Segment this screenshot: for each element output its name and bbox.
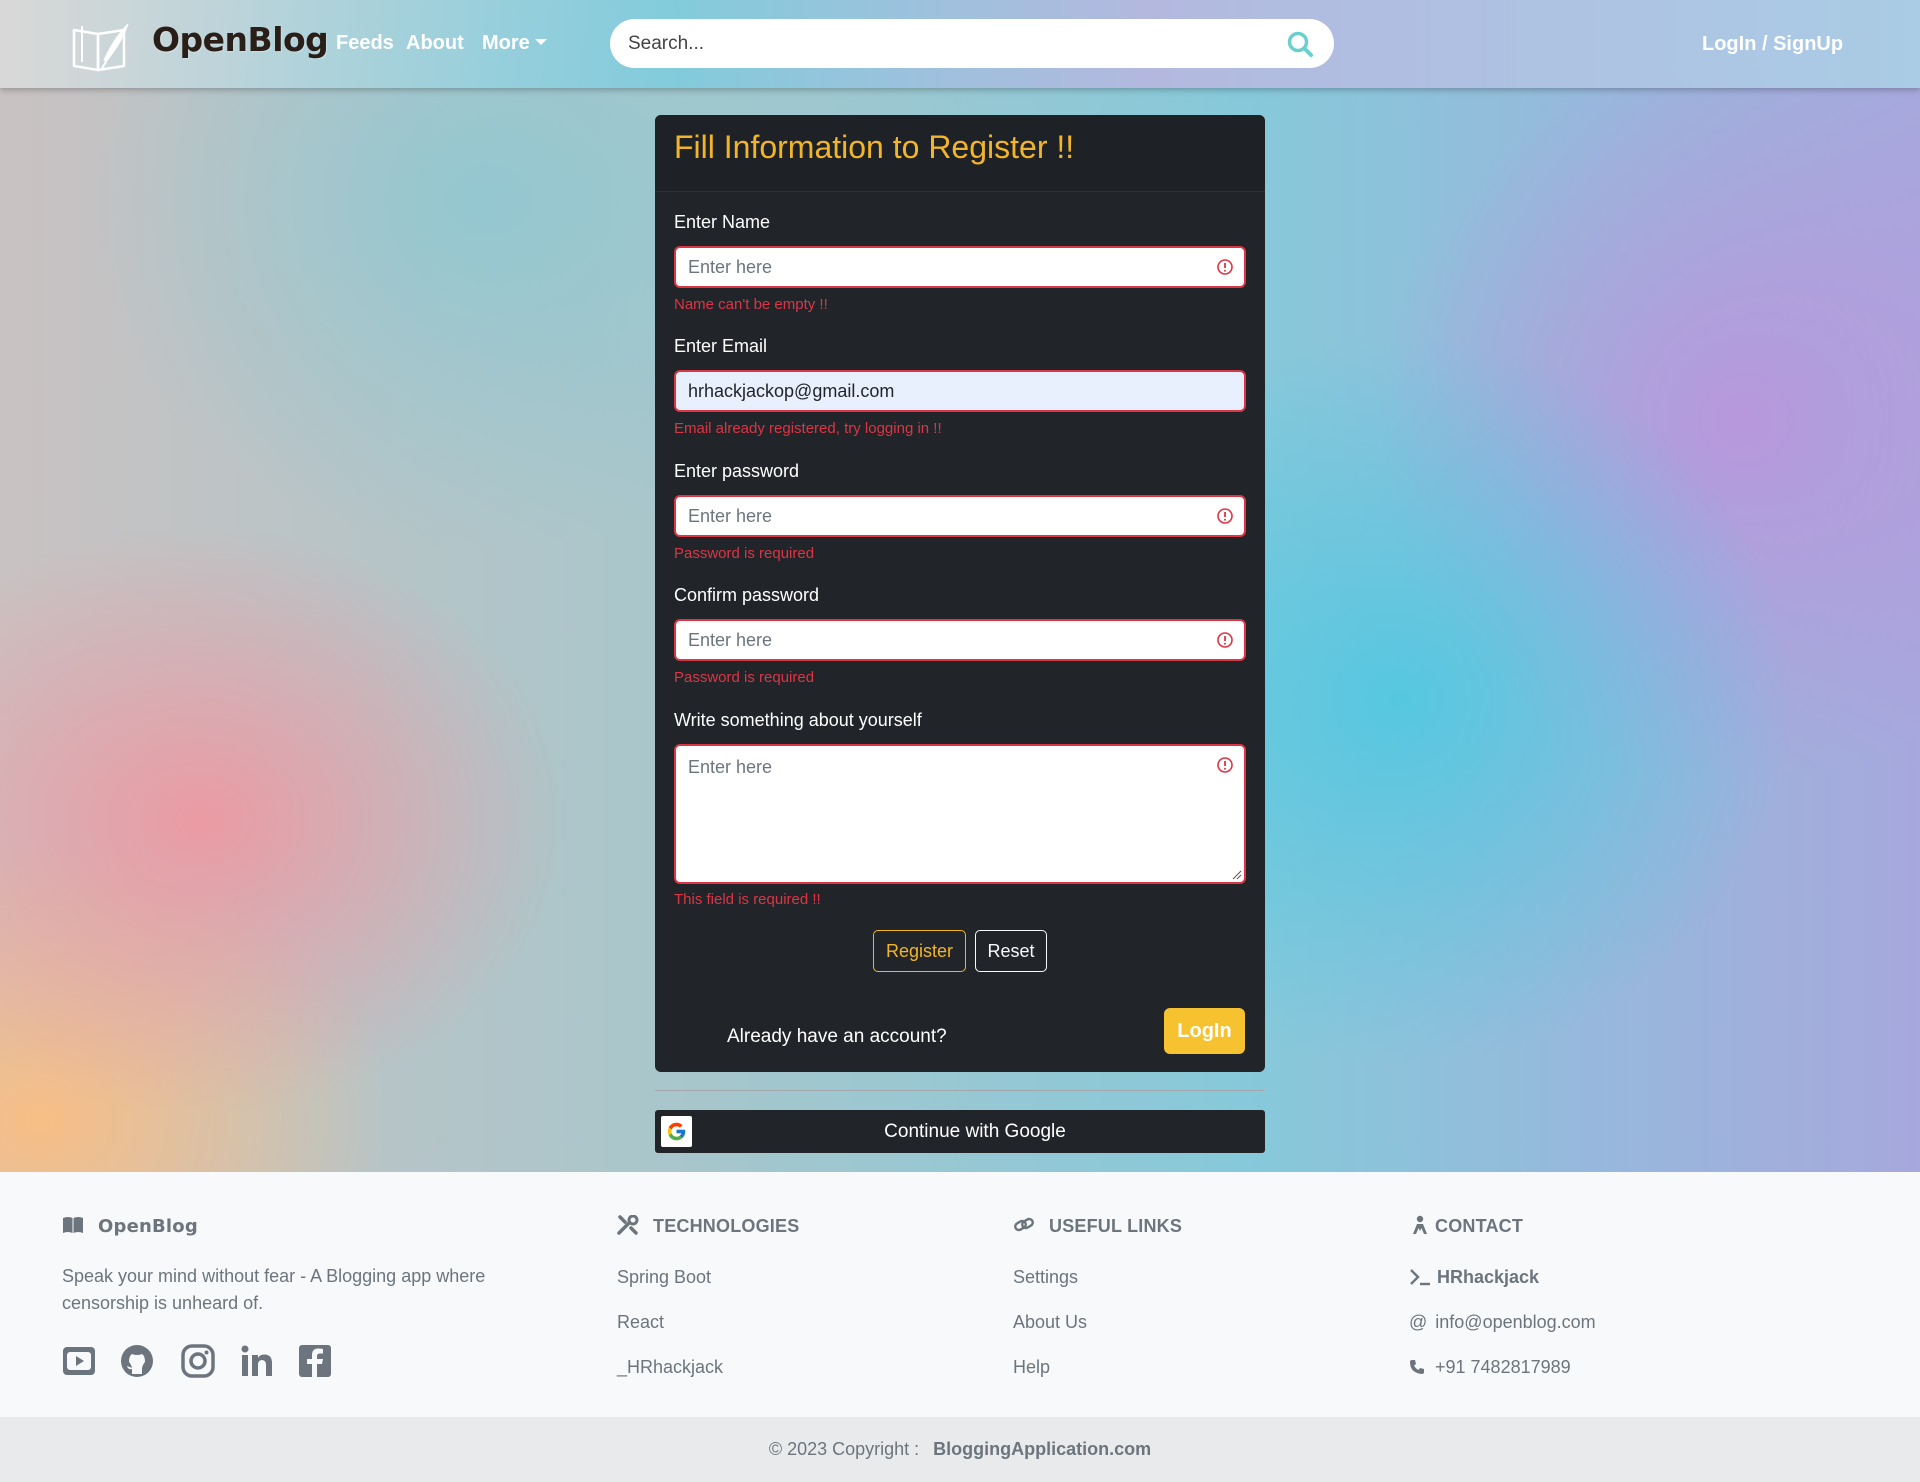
useful-link-about-us[interactable]: About Us [1013, 1312, 1087, 1333]
copyright-bar: © 2023 Copyright : BloggingApplication.co… [0, 1417, 1920, 1482]
phone-icon [1410, 1360, 1424, 1374]
email-error: Email already registered, try logging in… [674, 420, 942, 437]
contact-label: CONTACT [1435, 1216, 1524, 1236]
confirm-password-field [674, 619, 1246, 661]
copyright-prefix: © 2023 Copyright : [768, 1439, 920, 1459]
book-icon [63, 1217, 83, 1233]
confirm-password-input[interactable] [688, 621, 1208, 659]
about-field [674, 744, 1246, 884]
name-input[interactable] [688, 248, 1208, 286]
tech-link-spring-boot[interactable]: Spring Boot [617, 1267, 711, 1288]
name-error: Name can't be empty !! [674, 296, 828, 313]
nav-feeds[interactable]: Feeds [336, 32, 394, 55]
form-title: Fill Information to Register !! [674, 129, 1075, 165]
contact-phone[interactable]: +91 7482817989 [1409, 1357, 1571, 1378]
nav-about[interactable]: About [406, 32, 464, 55]
useful-links-label: USEFUL LINKS [1049, 1216, 1183, 1236]
search-icon[interactable] [1286, 30, 1314, 58]
password-field [674, 495, 1246, 537]
confirm-password-label: Confirm password [674, 585, 820, 605]
exclamation-circle-icon [1217, 757, 1233, 773]
contact-heading: CONTACT [1409, 1215, 1523, 1237]
tools-icon [617, 1215, 639, 1235]
resize-handle-icon[interactable] [1232, 870, 1242, 880]
login-button[interactable]: LogIn [1164, 1008, 1245, 1054]
useful-link-help[interactable]: Help [1013, 1357, 1050, 1378]
name-label: Enter Name [674, 212, 771, 232]
password-input[interactable] [688, 497, 1208, 535]
nav-more-dropdown[interactable]: More [482, 32, 547, 55]
linkedin-icon[interactable] [240, 1344, 274, 1378]
exclamation-circle-icon [1217, 632, 1233, 648]
footer: OpenBlog Speak your mind without fear - … [0, 1172, 1920, 1417]
name-field [674, 246, 1246, 288]
footer-brand-name: OpenBlog [98, 1216, 198, 1237]
navbar: OpenBlog Feeds About More LogIn / SignUp [0, 0, 1920, 88]
technologies-label: TECHNOLOGIES [653, 1216, 800, 1236]
contact-email-text: info@openblog.com [1435, 1312, 1596, 1332]
chevron-down-icon [534, 38, 547, 45]
exclamation-circle-icon [1217, 259, 1233, 275]
at-icon: @ [1409, 1312, 1428, 1332]
contact-email[interactable]: @ info@openblog.com [1409, 1312, 1596, 1333]
password-error: Password is required [674, 545, 815, 562]
reset-button[interactable]: Reset [975, 930, 1047, 972]
book-feather-icon[interactable] [70, 20, 130, 72]
terminal-icon [1410, 1269, 1430, 1286]
github-icon[interactable] [120, 1344, 154, 1378]
exclamation-circle-icon [1217, 508, 1233, 524]
youtube-icon[interactable] [62, 1344, 96, 1378]
password-label: Enter password [674, 461, 800, 481]
copyright-site-link[interactable]: BloggingApplication.com [933, 1439, 1151, 1459]
google-button-label: Continue with Google [884, 1121, 1066, 1142]
continue-with-google-button[interactable]: Continue with Google [655, 1110, 1265, 1153]
facebook-icon[interactable] [298, 1344, 332, 1378]
footer-brand: OpenBlog [62, 1215, 198, 1237]
contact-phone-text: +91 7482817989 [1435, 1357, 1571, 1377]
email-label: Enter Email [674, 336, 768, 356]
contact-handle-text: HRhackjack [1437, 1267, 1540, 1287]
tech-link-react[interactable]: React [617, 1312, 664, 1333]
about-error: This field is required !! [674, 891, 821, 908]
useful-link-settings[interactable]: Settings [1013, 1267, 1078, 1288]
email-input[interactable] [688, 372, 1208, 410]
email-field [674, 370, 1246, 412]
register-card: Fill Information to Register !! Enter Na… [655, 115, 1265, 1072]
link-icon [1014, 1217, 1034, 1232]
useful-links-heading: USEFUL LINKS [1013, 1215, 1182, 1237]
instagram-icon[interactable] [181, 1344, 215, 1378]
about-label: Write something about yourself [674, 710, 922, 730]
brand-name[interactable]: OpenBlog [152, 20, 329, 59]
contact-handle[interactable]: HRhackjack [1409, 1267, 1539, 1288]
copyright: © 2023 Copyright : BloggingApplication.co… [0, 1439, 1920, 1460]
technologies-heading: TECHNOLOGIES [617, 1215, 799, 1237]
divider [655, 1090, 1265, 1091]
register-button[interactable]: Register [873, 930, 966, 972]
already-have-account-text: Already have an account? [727, 1026, 947, 1047]
search-bar [610, 19, 1334, 68]
login-signup-link[interactable]: LogIn / SignUp [1702, 33, 1843, 56]
search-input[interactable] [628, 19, 1268, 68]
person-icon [1413, 1215, 1427, 1234]
tech-link-hrhackjack[interactable]: _HRhackjack [617, 1357, 723, 1378]
confirm-password-error: Password is required [674, 669, 815, 686]
about-textarea[interactable] [688, 756, 1208, 874]
footer-tagline: Speak your mind without fear - A Bloggin… [62, 1266, 486, 1313]
nav-more-label: More [482, 32, 530, 54]
